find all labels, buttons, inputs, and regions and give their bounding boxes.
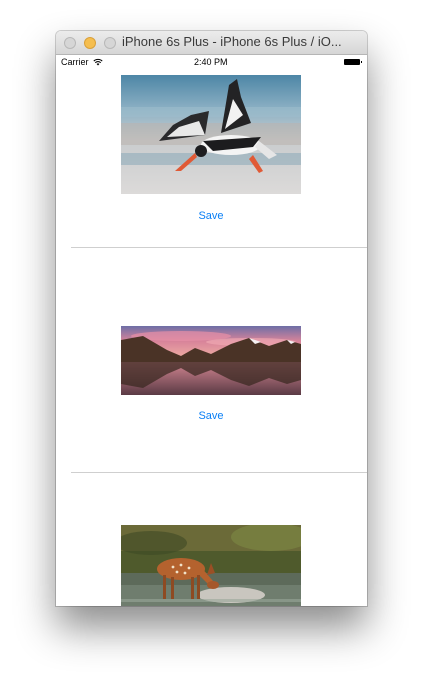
- status-time: 2:40 PM: [194, 57, 228, 67]
- save-button[interactable]: Save: [181, 210, 241, 222]
- bird-skimmer-photo: [121, 75, 301, 194]
- device-screen: Carrier 2:40 PM Save Save: [56, 55, 367, 606]
- simulator-window: iPhone 6s Plus - iPhone 6s Plus / iO... …: [56, 31, 367, 606]
- fawn-deer-photo: [121, 525, 301, 606]
- mountain-lake-photo: [121, 326, 301, 395]
- window-titlebar[interactable]: iPhone 6s Plus - iPhone 6s Plus / iO...: [56, 31, 367, 55]
- carrier-label: Carrier: [61, 57, 89, 67]
- status-bar: Carrier 2:40 PM: [56, 55, 367, 69]
- minimize-window-button[interactable]: [84, 37, 96, 49]
- window-title: iPhone 6s Plus - iPhone 6s Plus / iO...: [122, 34, 342, 49]
- zoom-window-button[interactable]: [104, 37, 116, 49]
- row-separator: [71, 247, 367, 248]
- close-window-button[interactable]: [64, 37, 76, 49]
- battery-icon: [344, 59, 362, 65]
- save-button[interactable]: Save: [181, 410, 241, 422]
- wifi-icon: [93, 58, 103, 66]
- row-separator: [71, 472, 367, 473]
